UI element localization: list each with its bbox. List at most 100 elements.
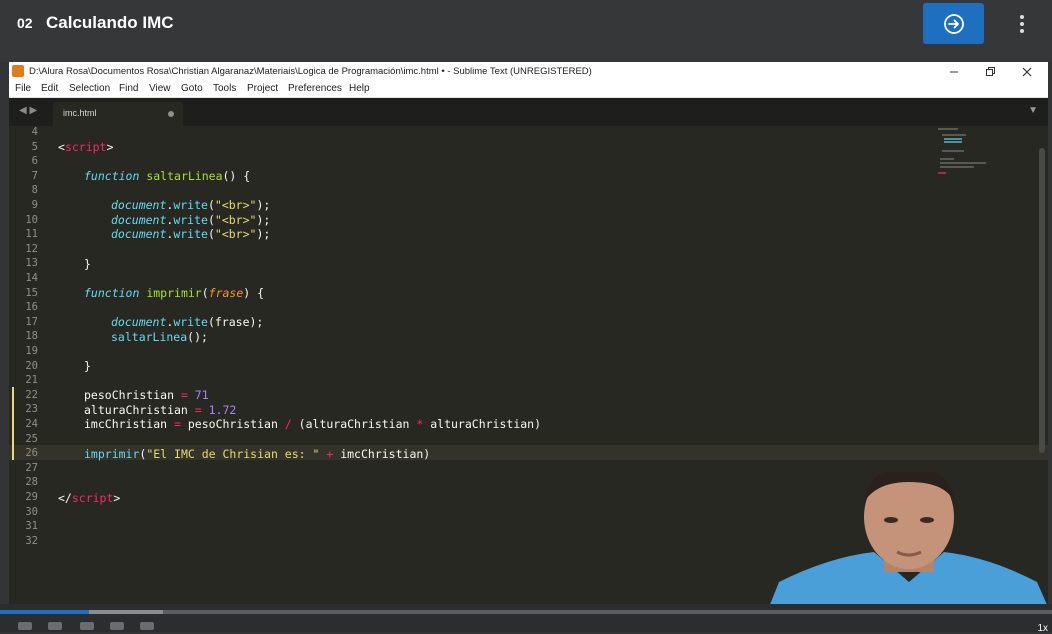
player-controls [0, 604, 1052, 632]
tag-bracket: < [58, 140, 65, 154]
code-text: (frase); [207, 315, 264, 329]
string-literal: "<br>" [214, 227, 257, 241]
course-header: 02 Calculando IMC [0, 0, 1052, 62]
line-number: 24 [25, 418, 38, 430]
code-line: } [84, 359, 91, 374]
lesson-title: Calculando IMC [46, 13, 174, 32]
tab-imc-html[interactable]: imc.html [53, 102, 183, 126]
menu-edit[interactable]: Edit [41, 83, 58, 94]
more-options-button[interactable] [1010, 12, 1034, 36]
minimap-line [940, 162, 986, 164]
object-name: document [111, 227, 167, 241]
line-number: 5 [31, 141, 38, 153]
line-number: 21 [25, 374, 38, 386]
line-number: 25 [25, 433, 38, 445]
fullscreen-icon[interactable] [140, 622, 154, 630]
line-number: 31 [25, 520, 38, 532]
minimap-line [940, 158, 954, 160]
menu-selection[interactable]: Selection [69, 83, 110, 94]
play-icon[interactable] [18, 622, 32, 630]
menu-file[interactable]: File [15, 83, 31, 94]
tag-name: script [64, 140, 107, 154]
tab-nav-arrows-icon[interactable]: ◀ ▶ [19, 105, 37, 116]
code-text: ( [207, 213, 215, 227]
menu-goto[interactable]: Goto [181, 83, 203, 94]
editor-titlebar: D:\Alura Rosa\Documentos Rosa\Christian … [9, 62, 1048, 82]
line-number: 12 [25, 243, 38, 255]
line-number: 30 [25, 506, 38, 518]
code-line: } [84, 257, 91, 272]
object-name: document [111, 198, 167, 212]
captions-icon[interactable] [80, 622, 94, 630]
restore-icon [986, 67, 995, 76]
code-line: function imprimir(frase) { [84, 286, 264, 301]
tag-bracket: > [113, 491, 121, 505]
line-number: 8 [31, 184, 38, 196]
restore-button[interactable] [980, 64, 1000, 80]
object-name: document [111, 213, 167, 227]
minimap[interactable] [934, 126, 1034, 186]
minimize-button[interactable] [944, 64, 964, 80]
code-text: ); [256, 213, 271, 227]
sublime-logo-icon [12, 65, 24, 77]
code-text: alturaChristian) [423, 417, 542, 431]
menu-view[interactable]: View [149, 83, 171, 94]
close-icon [1022, 67, 1032, 77]
code-text: pesoChristian [187, 417, 285, 431]
volume-icon[interactable] [48, 622, 62, 630]
playback-speed[interactable]: 1x [1037, 623, 1048, 634]
line-number: 16 [25, 301, 38, 313]
operator: = [174, 388, 195, 402]
minimize-icon [950, 71, 958, 73]
progress-played[interactable] [0, 610, 90, 614]
settings-icon[interactable] [110, 622, 124, 630]
tab-dropdown-icon[interactable]: ▼ [1028, 105, 1038, 116]
code-line: imcChristian = pesoChristian / (alturaCh… [84, 417, 541, 432]
line-number: 17 [25, 316, 38, 328]
line-number: 27 [25, 462, 38, 474]
code-line: saltarLinea(); [111, 330, 208, 345]
code-line: document.write("<br>"); [111, 198, 270, 213]
menu-tools[interactable]: Tools [213, 83, 236, 94]
close-button[interactable] [1017, 64, 1037, 80]
code-text: ); [256, 227, 271, 241]
arrow-right-circle-icon [943, 13, 964, 34]
code-text: } [84, 257, 91, 271]
code-text: imcChristian) [340, 447, 431, 461]
tag-bracket: > [106, 140, 114, 154]
tag-bracket: </ [58, 491, 72, 505]
code-text: } [84, 359, 91, 373]
code-text: (alturaChristian [291, 417, 417, 431]
variable-name: alturaChristian [84, 403, 188, 417]
menu-project[interactable]: Project [247, 83, 278, 94]
line-number: 10 [25, 214, 38, 226]
code-text: () { [222, 169, 251, 183]
operator: + [319, 447, 341, 461]
line-number: 23 [25, 403, 38, 415]
vertical-scrollbar[interactable] [1039, 148, 1045, 453]
line-number: 13 [25, 257, 38, 269]
next-lesson-button[interactable] [923, 3, 984, 44]
line-number: 28 [25, 476, 38, 488]
tab-label: imc.html [63, 108, 97, 118]
menu-help[interactable]: Help [349, 83, 370, 94]
function-call: saltarLinea [111, 330, 188, 344]
menu-find[interactable]: Find [119, 83, 138, 94]
code-line: function saltarLinea() { [84, 169, 250, 184]
code-text: ) { [243, 286, 265, 300]
variable-name: imcChristian [84, 417, 168, 431]
line-number: 15 [25, 287, 38, 299]
minimap-line [942, 134, 966, 136]
minimap-line [938, 172, 946, 174]
operator: = [167, 417, 188, 431]
line-number-gutter: 4 5 6 7 8 9 10 11 12 13 14 15 16 17 18 1… [9, 126, 54, 607]
minimap-line [944, 138, 962, 140]
unsaved-dot-icon[interactable] [168, 111, 174, 117]
menu-preferences[interactable]: Preferences [288, 83, 342, 94]
vertical-dots-icon [1020, 15, 1024, 33]
minimap-line [938, 128, 958, 130]
string-literal: "El IMC de Chrisian es: " [146, 447, 320, 461]
line-number: 4 [31, 126, 38, 138]
video-player[interactable]: D:\Alura Rosa\Documentos Rosa\Christian … [9, 62, 1048, 607]
code-line: document.write("<br>"); [111, 213, 270, 228]
